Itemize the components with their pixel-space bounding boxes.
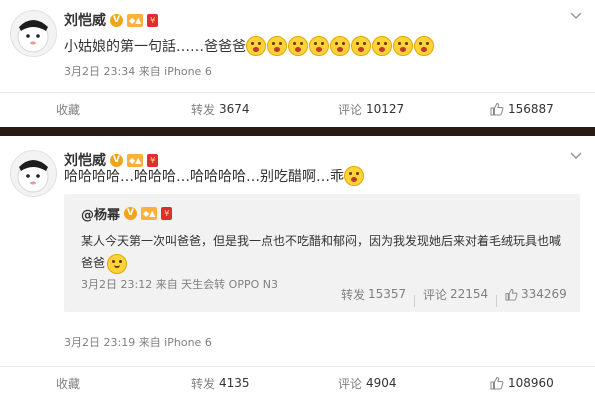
favorite-label: 收藏: [56, 102, 81, 117]
comment-count: 4904: [366, 376, 397, 390]
emoji-smile-icon: [107, 253, 128, 274]
member-badge-icon: ◆▲: [127, 13, 144, 27]
comment-label: 评论: [338, 376, 363, 391]
stat-separator: [496, 295, 497, 307]
comment-button[interactable]: 评论 10127: [338, 101, 404, 118]
emoji-surprised-icon: [288, 36, 308, 56]
red-envelope-icon: ¥: [147, 153, 159, 167]
repost-label: 转发: [191, 102, 216, 117]
emoji-surprised-icon: [372, 36, 392, 56]
emoji-surprised-icon: [309, 36, 329, 56]
emoji-surprised-icon: [414, 36, 434, 56]
favorite-label: 收藏: [56, 376, 81, 391]
post-divider: [0, 127, 595, 136]
stat-separator: [414, 295, 415, 307]
quoted-comment-label: 评论: [423, 287, 448, 302]
weibo-post-1: 刘恺威 V ◆▲ ¥ 小姑娘的第一句話……爸爸爸 3月2日 23:34 来自 i…: [0, 0, 595, 127]
verified-v-icon: V: [110, 13, 123, 27]
avatar[interactable]: [10, 10, 57, 57]
post-text: 哈哈哈哈…哈哈哈…哈哈哈哈…别吃醋啊…乖: [64, 166, 365, 186]
post-text-content: 小姑娘的第一句話……爸爸爸: [64, 39, 246, 55]
quoted-post-text-content: 某人今天第一次叫爸爸，但是我一点也不吃醋和郁闷，因为我发现她后来对着毛绒玩具也喊…: [81, 234, 562, 270]
author-name[interactable]: 刘恺威: [64, 10, 106, 30]
chevron-down-icon[interactable]: [569, 8, 583, 22]
like-button[interactable]: 156887: [490, 102, 554, 116]
emoji-surprised-icon: [393, 36, 413, 56]
comment-label: 评论: [338, 102, 363, 117]
post-timestamp-source[interactable]: 3月2日 23:34 来自 iPhone 6: [64, 63, 212, 79]
post-text-content: 哈哈哈哈…哈哈哈…哈哈哈哈…别吃醋啊…乖: [64, 169, 344, 185]
verified-v-icon: V: [124, 207, 138, 220]
quoted-timestamp-source[interactable]: 3月2日 23:12 来自 天生会转 OPPO N3: [81, 276, 278, 292]
thumbs-up-icon: [505, 288, 518, 301]
post-text: 小姑娘的第一句話……爸爸爸: [64, 36, 435, 56]
repost-count: 4135: [219, 376, 250, 390]
member-badge-icon: ◆▲: [127, 153, 144, 167]
quoted-comment-button[interactable]: 评论 22154: [423, 286, 488, 303]
comment-count: 10127: [366, 102, 405, 116]
thumbs-up-icon: [490, 376, 504, 390]
quoted-author-name[interactable]: @杨幂: [81, 204, 120, 223]
emoji-surprised-icon: [330, 36, 350, 56]
action-bar: 收藏 转发 3674 评论 10127 156887: [0, 92, 595, 125]
action-bar: 收藏 转发 4135 评论 4904 108960: [0, 366, 595, 399]
favorite-button[interactable]: 收藏: [56, 375, 80, 392]
post-timestamp-source[interactable]: 3月2日 23:19 来自 iPhone 6: [64, 334, 212, 350]
repost-button[interactable]: 转发 3674: [191, 101, 250, 118]
emoji-surprised-icon: [351, 36, 371, 56]
quoted-repost-count: 15357: [368, 287, 407, 301]
weibo-post-2: 刘恺威 V ◆▲ ¥ 哈哈哈哈…哈哈哈…哈哈哈哈…别吃醋啊…乖 @杨幂 V ◆▲…: [0, 136, 595, 400]
quoted-like-button[interactable]: 334269: [505, 287, 567, 301]
quoted-comment-count: 22154: [450, 287, 489, 301]
like-count: 108960: [508, 376, 554, 390]
chevron-down-icon[interactable]: [569, 148, 583, 162]
like-button[interactable]: 108960: [490, 376, 554, 390]
favorite-button[interactable]: 收藏: [56, 101, 80, 118]
repost-label: 转发: [191, 376, 216, 391]
thumbs-up-icon: [490, 102, 504, 116]
comment-button[interactable]: 评论 4904: [338, 375, 397, 392]
like-count: 156887: [508, 102, 554, 116]
verified-v-icon: V: [110, 153, 123, 167]
repost-button[interactable]: 转发 4135: [191, 375, 250, 392]
member-badge-icon: ◆▲: [141, 207, 158, 220]
quoted-repost-label: 转发: [341, 287, 366, 302]
avatar[interactable]: [10, 150, 57, 197]
emoji-surprised-icon: [344, 166, 364, 186]
repost-count: 3674: [219, 102, 250, 116]
emoji-surprised-icon: [246, 36, 266, 56]
quoted-post-text: 某人今天第一次叫爸爸，但是我一点也不吃醋和郁闷，因为我发现她后来对着毛绒玩具也喊…: [81, 230, 561, 274]
red-envelope-icon: ¥: [161, 207, 173, 220]
quoted-repost-button[interactable]: 转发 15357: [341, 286, 406, 303]
red-envelope-icon: ¥: [147, 13, 159, 27]
quoted-post[interactable]: @杨幂 V ◆▲ ¥ 某人今天第一次叫爸爸，但是我一点也不吃醋和郁闷，因为我发现…: [64, 194, 580, 312]
quoted-like-count: 334269: [521, 287, 567, 301]
emoji-surprised-icon: [267, 36, 287, 56]
